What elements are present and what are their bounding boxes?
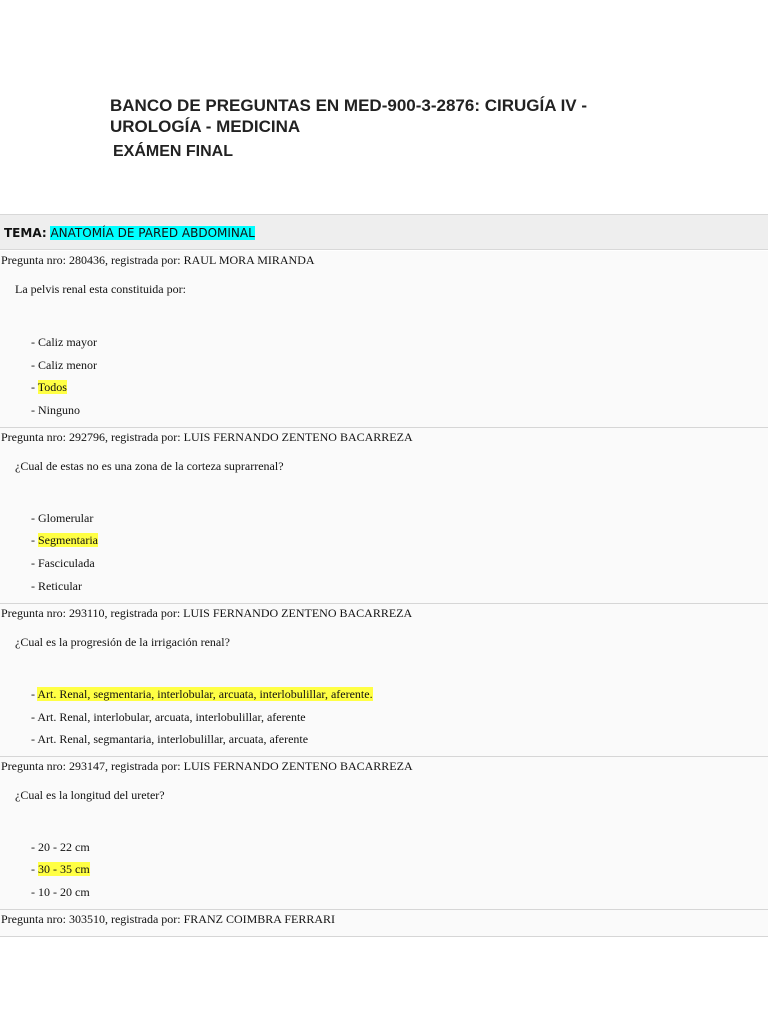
question-header: Pregunta nro: 280436, registrada por: RA… bbox=[1, 253, 315, 267]
page-subtitle: EXÁMEN FINAL bbox=[113, 143, 233, 160]
topic-value: ANATOMÍA DE PARED ABDOMINAL bbox=[50, 226, 255, 240]
topic-label: TEMA: bbox=[4, 226, 47, 240]
question-text: La pelvis renal esta constituida por: bbox=[15, 282, 186, 296]
answer-option: - Glomerular bbox=[31, 511, 94, 525]
question-text: ¿Cual de estas no es una zona de la cort… bbox=[15, 459, 284, 473]
question-block: Pregunta nro: 280436, registrada por: RA… bbox=[0, 251, 768, 428]
question-block: Pregunta nro: 292796, registrada por: LU… bbox=[0, 428, 768, 604]
answer-option: - Caliz mayor bbox=[31, 335, 97, 349]
question-block: Pregunta nro: 293147, registrada por: LU… bbox=[0, 757, 768, 910]
document-page: BANCO DE PREGUNTAS EN MED-900-3-2876: CI… bbox=[0, 0, 768, 1024]
question-text: ¿Cual es la progresión de la irrigación … bbox=[15, 635, 230, 649]
page-title: BANCO DE PREGUNTAS EN MED-900-3-2876: CI… bbox=[110, 96, 588, 136]
answer-option-correct: - Art. Renal, segmentaria, interlobular,… bbox=[31, 687, 373, 701]
question-header: Pregunta nro: 293110, registrada por: LU… bbox=[1, 606, 413, 620]
question-header: Pregunta nro: 292796, registrada por: LU… bbox=[1, 430, 413, 444]
answer-option: - Caliz menor bbox=[31, 358, 97, 372]
topic-bar: TEMA: ANATOMÍA DE PARED ABDOMINAL bbox=[0, 214, 768, 250]
question-block: Pregunta nro: 303510, registrada por: FR… bbox=[0, 910, 768, 937]
answer-option: - 20 - 22 cm bbox=[31, 840, 90, 854]
answer-option-correct: - Todos bbox=[31, 380, 67, 394]
question-text: ¿Cual es la longitud del ureter? bbox=[15, 788, 165, 802]
question-header: Pregunta nro: 293147, registrada por: LU… bbox=[1, 759, 413, 773]
answer-option: - Reticular bbox=[31, 579, 82, 593]
question-block: Pregunta nro: 293110, registrada por: LU… bbox=[0, 604, 768, 757]
answer-option-correct: - 30 - 35 cm bbox=[31, 862, 90, 876]
answer-option: - Art. Renal, interlobular, arcuata, int… bbox=[31, 710, 306, 724]
answer-option-correct: - Segmentaria bbox=[31, 533, 98, 547]
answer-option: - Art. Renal, segmantaria, interlobulill… bbox=[31, 732, 309, 746]
answer-option: - Ninguno bbox=[31, 403, 80, 417]
answer-option: - 10 - 20 cm bbox=[31, 885, 90, 899]
question-header: Pregunta nro: 303510, registrada por: FR… bbox=[1, 912, 335, 926]
answer-option: - Fasciculada bbox=[31, 556, 95, 570]
